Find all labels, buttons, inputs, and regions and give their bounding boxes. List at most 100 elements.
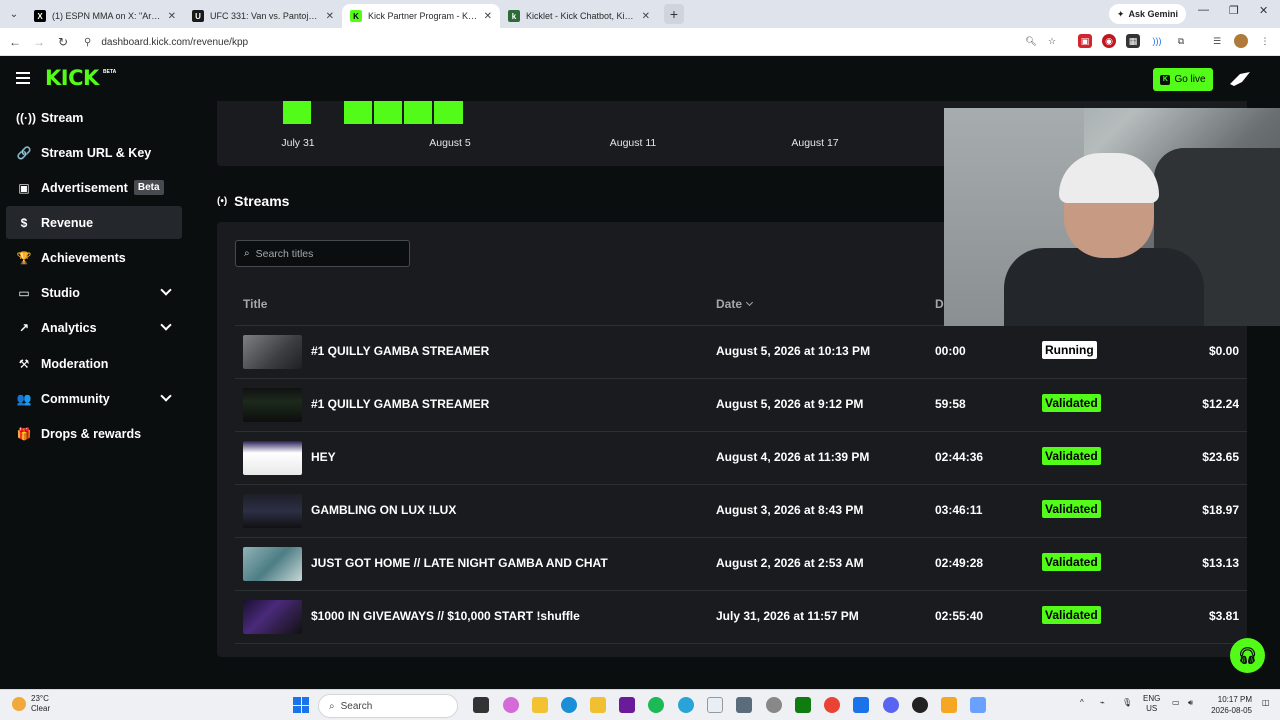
app-icon-3[interactable] <box>853 697 869 713</box>
go-live-button[interactable]: K Go live <box>1153 68 1213 91</box>
language-indicator[interactable]: ENG US <box>1143 694 1160 714</box>
minimize-button[interactable]: — <box>1198 4 1209 16</box>
stream-row[interactable]: #1 QUILLY GAMBA STREAMER August 5, 2026 a… <box>235 326 1247 379</box>
stream-thumbnail[interactable] <box>243 494 302 528</box>
column-header-date[interactable]: Date <box>716 297 754 311</box>
browser-menu-icon[interactable]: ⋮ <box>1258 34 1272 48</box>
calculator-icon[interactable] <box>736 697 752 713</box>
sidebar-item-stream[interactable]: ((·)) Stream <box>6 101 182 134</box>
stream-thumbnail[interactable] <box>243 388 302 422</box>
app-icon-1[interactable] <box>590 697 606 713</box>
hamburger-menu-icon[interactable] <box>16 72 30 84</box>
app-icon-4[interactable] <box>941 697 957 713</box>
file-explorer-icon[interactable] <box>532 697 548 713</box>
settings-icon[interactable] <box>766 697 782 713</box>
browser-tab[interactable]: k Kicklet - Kick Chatbot, Kick Wid ✕ <box>500 4 658 28</box>
tab-favicon-icon: X <box>34 10 46 22</box>
tab-close-icon[interactable]: ✕ <box>484 11 492 22</box>
ask-gemini-button[interactable]: ✦ Ask Gemini <box>1108 4 1186 24</box>
back-icon[interactable]: ← <box>3 35 27 49</box>
discord-icon[interactable] <box>883 697 899 713</box>
stream-earnings: $18.97 <box>1202 503 1239 517</box>
extension-icon-4[interactable]: ))) <box>1150 34 1164 48</box>
stream-thumbnail[interactable] <box>243 335 302 369</box>
search-titles-box[interactable]: ⌕ <box>235 240 410 267</box>
extension-icon-1[interactable]: ▣ <box>1078 34 1092 48</box>
stream-row[interactable]: #1 QUILLY GAMBA STREAMER August 5, 2026 a… <box>235 379 1247 432</box>
extension-icon-2[interactable]: ◉ <box>1102 34 1116 48</box>
column-header-duration[interactable]: D <box>935 297 944 311</box>
tab-close-icon[interactable]: ✕ <box>642 11 650 22</box>
tab-search-icon[interactable]: ⌄ <box>2 2 26 26</box>
tray-mic-icon[interactable]: 🎙︎ <box>1122 698 1132 707</box>
forward-icon[interactable]: → <box>27 35 51 49</box>
spotify-icon[interactable] <box>648 697 664 713</box>
tray-volume-icon[interactable]: 🔊︎ <box>1188 698 1193 708</box>
sidebar-item-stream-url-key[interactable]: 🔗 Stream URL & Key <box>6 136 182 169</box>
chrome-icon[interactable] <box>824 697 840 713</box>
app-icon-2[interactable] <box>619 697 635 713</box>
profile-avatar[interactable] <box>1234 34 1248 48</box>
windows-start-icon[interactable] <box>293 697 309 713</box>
chevron-down-icon[interactable] <box>160 284 172 296</box>
sidebar-item-analytics[interactable]: ↗ Analytics <box>6 311 182 344</box>
sidebar-item-community[interactable]: 👥 Community <box>6 382 182 415</box>
extension-icon-3[interactable]: ▦ <box>1126 34 1140 48</box>
stream-row[interactable]: GAMBLING ON LUX !LUX August 3, 2026 at 8:… <box>235 485 1247 538</box>
sidebar-item-drops-rewards[interactable]: 🎁 Drops & rewards <box>6 417 182 450</box>
taskbar-search[interactable]: ⌕ Search <box>318 694 458 718</box>
support-chat-button[interactable]: 🎧︎ <box>1230 638 1265 673</box>
sidebar-item-achievements[interactable]: 🏆 Achievements <box>6 241 182 274</box>
search-icon: ⌕ <box>244 248 250 259</box>
task-view-icon[interactable] <box>473 697 489 713</box>
stream-thumbnail[interactable] <box>243 547 302 581</box>
weather-widget[interactable]: 23°C Clear <box>12 694 50 714</box>
tray-chevron-icon[interactable]: ^ <box>1080 698 1084 707</box>
tray-monitor-icon[interactable]: ▭ <box>1172 698 1180 707</box>
copilot-icon[interactable] <box>503 697 519 713</box>
x-tick-label: August 11 <box>609 137 657 149</box>
bookmark-star-icon[interactable]: ☆ <box>1045 34 1059 48</box>
url-field[interactable]: ⚲ dashboard.kick.com/revenue/kpp <box>84 32 1084 52</box>
maximize-button[interactable]: ❐ <box>1229 4 1239 17</box>
stream-row[interactable]: HEY August 4, 2026 at 11:39 PM 02:44:36 Val… <box>235 432 1247 485</box>
stream-date: August 4, 2026 at 11:39 PM <box>716 450 870 464</box>
sidebar-item-moderation[interactable]: ⚒ Moderation <box>6 347 182 380</box>
telegram-icon[interactable] <box>678 697 694 713</box>
site-info-icon[interactable]: ⚲ <box>84 37 91 48</box>
sidebar-item-advertisement[interactable]: ▣ Advertisement Beta <box>6 171 182 204</box>
obs-icon[interactable] <box>912 697 928 713</box>
chevron-down-icon[interactable] <box>160 390 172 402</box>
browser-tab[interactable]: X (1) ESPN MMA on X: "Arman Ts ✕ <box>26 4 184 28</box>
notes-icon[interactable] <box>707 697 723 713</box>
sidebar-item-revenue[interactable]: $ Revenue <box>6 206 182 239</box>
chevron-down-icon[interactable] <box>160 319 172 331</box>
zoom-icon[interactable]: 🔍︎ <box>1024 34 1038 48</box>
snipping-tool-icon[interactable] <box>970 697 986 713</box>
stream-row[interactable]: $1000 IN GIVEAWAYS // $10,000 START !shu… <box>235 591 1247 644</box>
edge-icon[interactable] <box>561 697 577 713</box>
tab-close-icon[interactable]: ✕ <box>168 11 176 22</box>
tab-close-icon[interactable]: ✕ <box>326 11 334 22</box>
analytics-icon: ↗ <box>18 320 30 335</box>
kick-logo[interactable]: KICK <box>45 66 99 90</box>
partner-avatar-icon[interactable] <box>1228 70 1252 88</box>
close-window-button[interactable]: ✕ <box>1259 4 1268 17</box>
column-header-title[interactable]: Title <box>243 297 267 311</box>
xbox-icon[interactable] <box>795 697 811 713</box>
browser-tab[interactable]: K Kick Partner Program - Kick Da ✕ <box>342 4 500 28</box>
search-titles-input[interactable] <box>255 247 396 260</box>
stream-thumbnail[interactable] <box>243 600 302 634</box>
reading-list-icon[interactable]: ☰ <box>1210 34 1224 48</box>
browser-tab[interactable]: U UFC 331: Van vs. Pantoja 2 | ML ✕ <box>184 4 342 28</box>
new-tab-button[interactable]: + <box>664 4 684 24</box>
sidebar-item-studio[interactable]: ▭ Studio <box>6 276 182 309</box>
stream-thumbnail[interactable] <box>243 441 302 475</box>
extensions-puzzle-icon[interactable]: ⧉ <box>1174 34 1188 48</box>
sidebar-item-label: Moderation <box>41 356 109 371</box>
taskbar-clock[interactable]: 10:17 PM 2026-08-05 <box>1208 694 1252 716</box>
stream-row[interactable]: JUST GOT HOME // LATE NIGHT GAMBA AND CH… <box>235 538 1247 591</box>
tray-network-icon[interactable]: ⌁ <box>1100 698 1105 707</box>
reload-icon[interactable]: ↻ <box>51 35 75 49</box>
notifications-icon[interactable]: ◫ <box>1262 698 1270 707</box>
